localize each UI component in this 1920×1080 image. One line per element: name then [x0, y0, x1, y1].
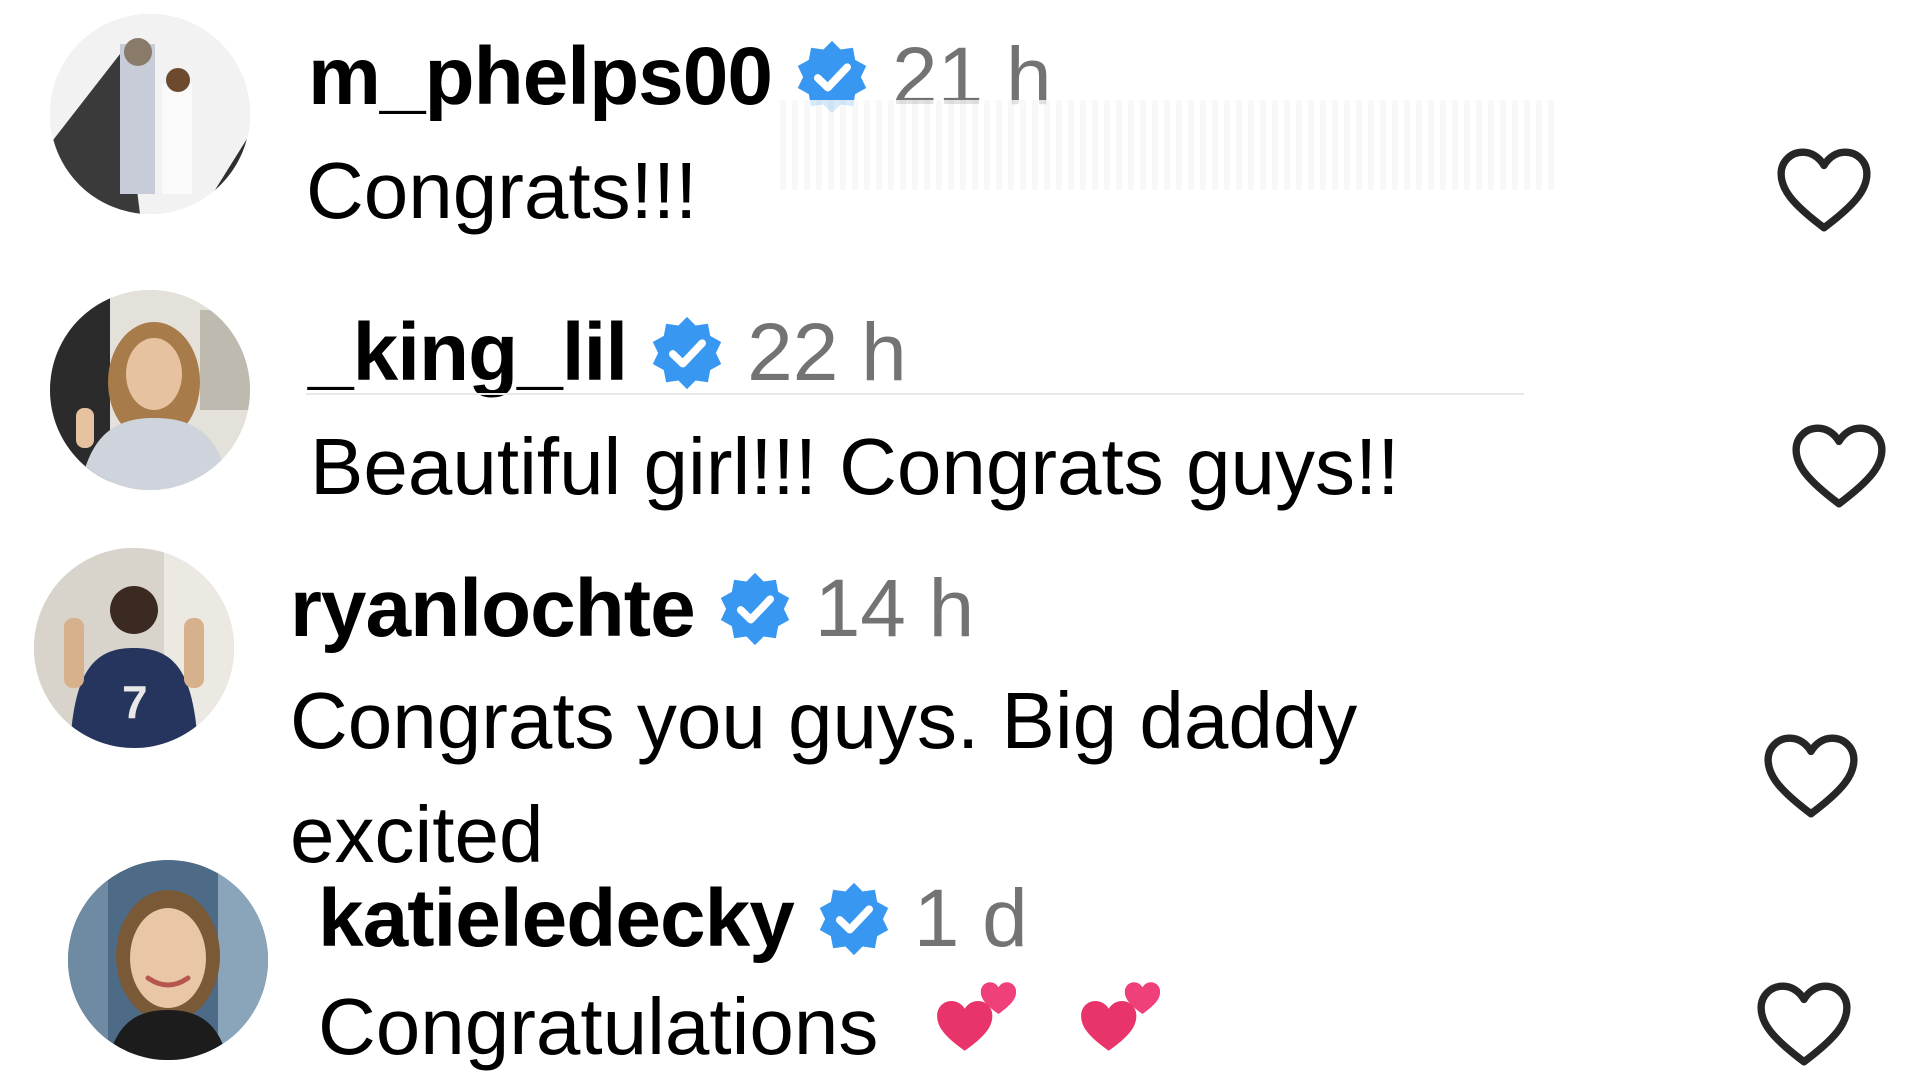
comment-text: Congratulations [318, 982, 879, 1071]
avatar[interactable]: 7 [34, 548, 234, 748]
avatar[interactable] [50, 290, 250, 490]
comment-timestamp[interactable]: 22 h [747, 306, 907, 400]
like-button[interactable] [1775, 146, 1873, 236]
comments-list: m_phelps00 21 h Congrats!!! _king_lil 22… [0, 0, 1920, 1080]
svg-text:7: 7 [122, 676, 148, 728]
divider [306, 393, 1524, 395]
two-hearts-emoji-icon [1075, 968, 1167, 1060]
comment-username[interactable]: _king_lil [308, 306, 628, 400]
comment-username[interactable]: ryanlochte [290, 562, 696, 656]
comment-body: Congratulations [318, 968, 1618, 1080]
comment-username[interactable]: m_phelps00 [308, 30, 773, 124]
like-button[interactable] [1755, 980, 1853, 1070]
comment-username[interactable]: katieledecky [318, 872, 795, 966]
comment-timestamp[interactable]: 14 h [815, 562, 975, 656]
heart-outline-icon [1792, 424, 1886, 508]
comment-text: Congrats!!! [306, 146, 698, 235]
two-hearts-emoji-icon [931, 968, 1023, 1060]
comment-text: Beautiful girl!!! Congrats guys!! [310, 422, 1400, 511]
avatar[interactable] [50, 14, 250, 214]
verified-badge-icon [816, 881, 892, 957]
heart-outline-icon [1764, 734, 1858, 818]
comment-text: Congrats you guys. Big daddy excited [290, 676, 1358, 879]
like-button[interactable] [1762, 732, 1860, 822]
like-button[interactable] [1790, 422, 1888, 512]
heart-outline-icon [1777, 148, 1871, 232]
heart-outline-icon [1757, 982, 1851, 1066]
avatar[interactable] [68, 860, 268, 1060]
verified-badge-icon [717, 571, 793, 647]
verified-badge-icon [649, 315, 725, 391]
comment-timestamp[interactable]: 1 d [914, 872, 1028, 966]
